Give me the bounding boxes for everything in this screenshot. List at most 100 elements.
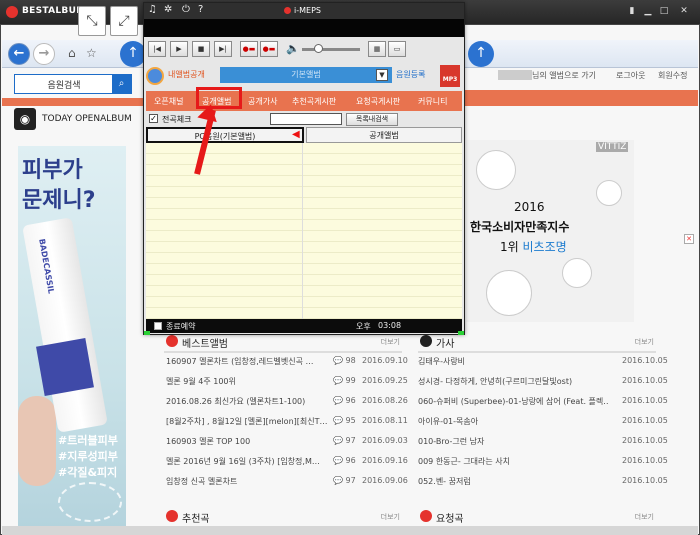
expand-icon[interactable]: ⤢	[110, 6, 138, 36]
row-title: 052.벤- 꿈저럼	[418, 477, 471, 486]
player-logo-icon	[284, 7, 291, 14]
table-row[interactable]: 160903 멜론 TOP 100 💬 97 2016.09.03	[166, 434, 408, 448]
best-album-more-link[interactable]: 더보기	[381, 337, 400, 347]
row-date: 2016.10.05	[622, 416, 668, 425]
comment-count-value: 99	[345, 376, 356, 385]
album-share-icon	[146, 67, 164, 85]
tab-pc-music[interactable]: PC음원(기본앨범)	[146, 127, 304, 143]
table-row[interactable]: 009 한동근- 그대라는 사치 2016.10.05	[418, 454, 668, 468]
record-loop-button[interactable]: ●▬	[260, 41, 278, 57]
album-select[interactable]: 기본앨범	[220, 67, 392, 83]
star-icon[interactable]: ☆	[86, 46, 97, 60]
prev-button[interactable]: |◀	[148, 41, 166, 57]
home-icon[interactable]: ⌂	[68, 46, 76, 60]
player-title: i-MEPS	[294, 6, 321, 15]
list-search-input[interactable]	[270, 113, 342, 125]
timer-checkbox[interactable]	[154, 322, 162, 330]
music-search-box: ⌕	[14, 74, 132, 94]
table-row[interactable]: 아이유-01-목솜아 2016.10.05	[418, 414, 668, 428]
recommend-more-link[interactable]: 더보기	[381, 512, 400, 522]
player-titlebar: ♫ ✲ ⏻ ? i-MEPS	[144, 3, 464, 19]
table-row[interactable]: 052.벤- 꿈저럼 2016.10.05	[418, 474, 668, 488]
menu-recommend-board[interactable]: 추천곡게시판	[292, 96, 336, 107]
menu-open-channel[interactable]: 오픈채널	[154, 96, 183, 107]
table-row[interactable]: 멜론 2016년 9월 16일 (3주차) [임창정,M… 💬 96 2016.09…	[166, 454, 408, 468]
comment-count: 💬 96	[333, 456, 356, 465]
help-icon[interactable]: ?	[198, 4, 203, 15]
resize-corner[interactable]	[458, 331, 464, 335]
stop-button[interactable]: ■	[192, 41, 210, 57]
search-icon[interactable]: ⌕	[112, 75, 131, 93]
close-icon[interactable]: ✕	[678, 5, 690, 17]
comment-count-value: 96	[345, 456, 356, 465]
horizontal-scrollbar[interactable]	[2, 526, 698, 535]
check-all-checkbox[interactable]: ✓	[149, 114, 158, 123]
left-accent-strip	[2, 98, 144, 106]
my-album-link[interactable]: 님의 앨범으로 가기	[532, 70, 596, 81]
shrink-icon[interactable]: ⤡	[78, 6, 106, 36]
maximize-icon[interactable]: □	[658, 5, 670, 17]
table-row[interactable]: 김태우-사랑비 2016.10.05	[418, 354, 668, 368]
clock-time: 03:08	[378, 321, 402, 330]
request-more-link[interactable]: 더보기	[635, 512, 654, 522]
restore-icon[interactable]: ▮	[626, 5, 638, 17]
table-row[interactable]: [8월2주차] , 8월12일 [멜론][melon][최신T… 💬 95 2016…	[166, 414, 408, 428]
my-album-public-tab[interactable]: 내앨범공개	[168, 69, 205, 80]
ad-close-icon[interactable]: ✕	[684, 234, 694, 244]
forward-button[interactable]: →	[33, 43, 55, 65]
comment-count-value: 96	[345, 396, 356, 405]
ad-accent: 비츠조명	[522, 240, 567, 254]
comment-icon: 💬	[333, 456, 343, 465]
player-display	[144, 19, 464, 37]
row-title: 김태우-사랑비	[418, 357, 466, 366]
volume-knob[interactable]	[314, 44, 323, 53]
row-title: 멜론 9월 4주 100위	[166, 377, 236, 386]
row-date: 2016.10.05	[622, 376, 668, 385]
table-row[interactable]: 2016.08.26 최신가요 (멜론차트1-100) 💬 96 2016.08.2…	[166, 394, 408, 408]
table-row[interactable]: 160907 멜론차트 (임창정,레드벨벳신곡 … 💬 98 2016.09.10	[166, 354, 408, 368]
row-title: 160903 멜론 TOP 100	[166, 437, 251, 446]
lyrics-more-link[interactable]: 더보기	[635, 337, 654, 347]
tab-public-album[interactable]: 공개앨범	[306, 127, 462, 143]
music-add-icon[interactable]: ♫	[148, 4, 157, 15]
player-statusbar: 종료예약 오후 03:08	[146, 319, 462, 333]
table-row[interactable]: 임창정 신곡 멜론차트 💬 97 2016.09.06	[166, 474, 408, 488]
record-button[interactable]: ●▬	[240, 41, 258, 57]
back-button[interactable]: ←	[8, 43, 30, 65]
app-logo-icon	[6, 6, 18, 18]
today-label: TODAY OPENALBUM	[42, 114, 132, 124]
edit-profile-link[interactable]: 회원수정	[658, 70, 687, 81]
resize-corner[interactable]	[144, 331, 150, 335]
left-advertisement[interactable]: 피부가 문제니? BADECASSIL #트러블피부 #지루성피부 #각질&피지	[18, 146, 126, 528]
next-button[interactable]: ▶|	[214, 41, 232, 57]
table-row[interactable]: 성시경- 다정하게, 안녕히(구르미그린달빛ost) 2016.10.05	[418, 374, 668, 388]
music-search-input[interactable]	[15, 75, 113, 93]
minimize-icon[interactable]: ▁	[642, 5, 654, 17]
logout-link[interactable]: 로그아웃	[616, 70, 645, 81]
lyrics-header: 가사 더보기	[418, 333, 656, 353]
volume-slider[interactable]	[302, 48, 360, 51]
register-music-button[interactable]: 음원등록	[396, 69, 425, 80]
menu-request-board[interactable]: 요청곡게시판	[356, 96, 400, 107]
play-button[interactable]: ▶	[170, 41, 188, 57]
table-row[interactable]: 010-Bro-그런 남자 2016.10.05	[418, 434, 668, 448]
comment-count-value: 95	[345, 416, 356, 425]
mini-mode-icon[interactable]: ▭	[388, 41, 406, 57]
search-in-list-button[interactable]: 목록내검색	[346, 113, 398, 126]
table-row[interactable]: 060-슈퍼비 (Superbee)-01-낭랑에 삼어 (Feat. 플렉… 2…	[418, 394, 668, 408]
right-advertisement[interactable]: VITTIZ 2016 한국소비자만족지수 1위 비츠조명	[466, 140, 634, 322]
equalizer-icon[interactable]: ▦	[368, 41, 386, 57]
row-title: [8월2주차] , 8월12일 [멜론][melon][최신T…	[166, 417, 328, 426]
gear-icon[interactable]: ✲	[164, 4, 172, 15]
table-row[interactable]: 멜론 9월 4주 100위 💬 99 2016.09.25	[166, 374, 408, 388]
power-icon[interactable]: ⏻	[182, 4, 190, 15]
request-header: 요청곡 더보기	[418, 508, 656, 528]
menu-community[interactable]: 커뮤니티	[418, 96, 447, 107]
up-arrow-button-right[interactable]: ↑	[468, 41, 494, 67]
volume-icon[interactable]: 🔈	[286, 42, 300, 55]
track-list[interactable]	[146, 143, 462, 319]
menu-public-lyrics[interactable]: 공개가사	[248, 96, 277, 107]
ad-year: 2016	[514, 200, 545, 214]
chevron-down-icon[interactable]: ▼	[376, 69, 388, 81]
player-window: ♫ ✲ ⏻ ? i-MEPS |◀ ▶ ■ ▶| ●▬ ●▬ 🔈 ▦ ▭ 내앨범…	[143, 2, 465, 335]
